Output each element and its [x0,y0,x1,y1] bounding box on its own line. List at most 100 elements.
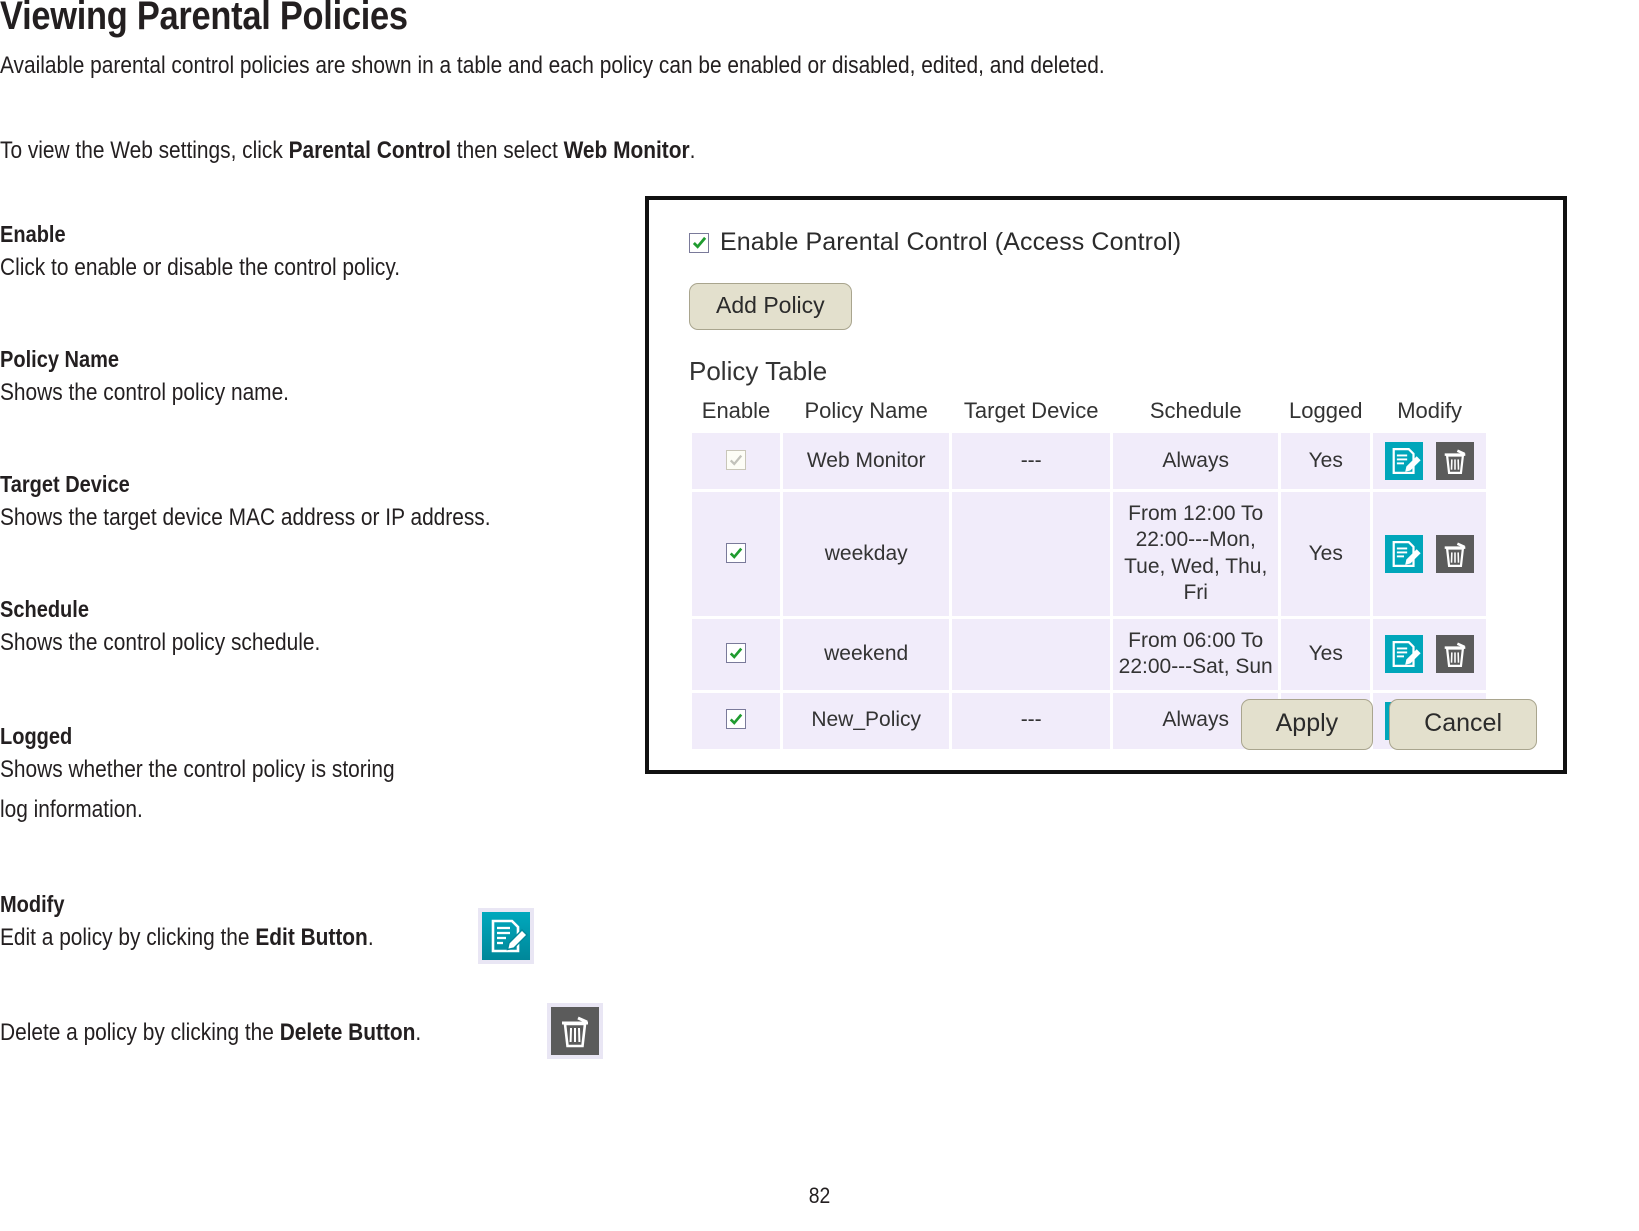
delete-sentence-post: . [415,1019,422,1046]
trash-icon [1436,635,1474,674]
row-enable-checkbox[interactable] [726,643,747,664]
page-title: Viewing Parental Policies [0,0,408,38]
row-policy-name-cell: Web Monitor [783,433,950,489]
row-enable-cell[interactable] [692,492,781,616]
row-target-device-cell: --- [952,692,1111,749]
row-schedule-cell: From 06:00 To 22:00---Sat, Sun [1113,618,1279,690]
row-schedule-cell: Always [1113,433,1279,489]
row-delete-icon[interactable] [1436,442,1474,480]
delete-button-bold: Delete Button [279,1019,416,1046]
definition-term-policy-name: Policy Name [0,346,120,372]
trash-icon [1436,534,1474,573]
intro-2-bold-web-monitor: Web Monitor [563,137,690,164]
router-ui-screenshot: Enable Parental Control (Access Control)… [645,196,1567,774]
delete-sentence-pre: Delete a policy by clicking the [0,1019,280,1046]
column-header-schedule: Schedule [1149,398,1242,423]
definition-term-logged: Logged [0,723,73,749]
intro-2-pre: To view the Web settings, click [0,137,289,164]
row-enable-checkbox[interactable] [726,542,747,563]
column-header-enable: Enable [701,398,771,423]
row-enable-checkbox[interactable] [726,709,747,730]
row-modify-cell [1373,618,1486,690]
row-delete-icon[interactable] [1436,635,1474,674]
definition-logged: Logged Shows whether the control policy … [0,722,640,829]
policy-table: Enable Policy Name Target Device Schedul… [689,393,1489,752]
policy-table-header-row: Enable Policy Name Target Device Schedul… [692,396,1486,430]
row-logged-cell: Yes [1281,492,1371,616]
row-enable-cell[interactable] [692,433,781,489]
definition-term-modify: Modify [0,891,65,917]
page-number: 82 [808,1183,831,1208]
trash-icon [1436,442,1474,480]
row-modify-cell [1373,433,1486,489]
enable-parental-control-label: Enable Parental Control (Access Control) [720,228,1182,256]
delete-button-illustration [547,1003,603,1059]
cancel-button[interactable]: Cancel [1389,699,1537,750]
intro-2-post: . [689,137,696,164]
definition-desc-logged-line-2: log information. [0,795,143,823]
checkmark-icon [729,647,743,659]
row-target-device-cell: --- [952,433,1111,489]
row-enable-cell[interactable] [692,618,781,690]
row-logged-cell: Yes [1281,618,1371,690]
definition-modify: Modify Edit a policy by clicking the Edi… [0,890,640,958]
edit-sentence-pre: Edit a policy by clicking the [0,924,256,952]
row-schedule-cell: From 12:00 To 22:00---Mon, Tue, Wed, Thu… [1113,492,1279,616]
edit-icon [1385,442,1424,480]
add-policy-button[interactable]: Add Policy [689,283,852,330]
definition-delete: Delete a policy by clicking the Delete B… [0,1013,640,1053]
edit-sentence-post: . [367,924,374,952]
table-row: Web Monitor --- Always Yes [692,433,1486,489]
definition-desc-edit: Edit a policy by clicking the Edit Butto… [0,918,557,958]
column-header-target-device: Target Device [963,398,1099,423]
enable-parental-control-checkbox[interactable] [689,232,709,253]
row-policy-name-cell: New_Policy [783,692,950,749]
document-page: Viewing Parental Policies Available pare… [0,0,1639,1231]
row-modify-cell [1373,492,1486,616]
intro-paragraph-2: To view the Web settings, click Parental… [0,137,695,165]
row-delete-icon[interactable] [1436,534,1474,573]
row-target-device-cell [952,492,1111,616]
intro-paragraph-1: Available parental control policies are … [0,52,1105,79]
definition-enable: Enable Click to enable or disable the co… [0,220,640,288]
policy-table-title: Policy Table [689,356,828,386]
edit-button-illustration [478,908,534,964]
row-edit-icon[interactable] [1385,442,1424,480]
checkmark-icon [692,236,706,249]
definition-desc-logged-line-1: Shows whether the control policy is stor… [0,756,395,784]
definition-desc-schedule: Shows the control policy schedule. [0,629,321,657]
enable-parental-control-row[interactable]: Enable Parental Control (Access Control) [689,228,1537,257]
row-logged-cell: Yes [1281,433,1371,489]
definition-term-target-device: Target Device [0,471,130,497]
checkmark-icon [729,547,743,559]
definition-term-schedule: Schedule [0,596,89,622]
checkmark-icon [729,454,743,466]
intro-2-bold-parental-control: Parental Control [288,137,451,164]
table-row: weekend From 06:00 To 22:00---Sat, Sun Y… [692,618,1486,690]
definition-desc-delete: Delete a policy by clicking the Delete B… [0,1013,557,1053]
edit-button-bold: Edit Button [255,924,368,952]
checkmark-icon [729,714,743,726]
row-enable-cell[interactable] [692,692,781,749]
edit-icon [482,912,530,960]
dialog-footer-buttons: Apply Cancel [1240,699,1537,750]
intro-2-mid: then select [450,137,564,164]
apply-button[interactable]: Apply [1240,699,1374,750]
row-edit-icon[interactable] [1385,635,1424,674]
definition-desc-policy-name: Shows the control policy name. [0,379,289,407]
definition-target-device: Target Device Shows the target device MA… [0,470,640,538]
row-edit-icon[interactable] [1385,534,1424,573]
row-target-device-cell [952,618,1111,690]
row-enable-checkbox[interactable] [726,449,747,470]
definition-term-enable: Enable [0,221,66,247]
edit-icon [1385,635,1424,674]
trash-icon [551,1007,599,1055]
definition-schedule: Schedule Shows the control policy schedu… [0,595,640,663]
column-header-logged: Logged [1289,398,1363,423]
table-row: weekday From 12:00 To 22:00---Mon, Tue, … [692,492,1486,616]
column-header-modify: Modify [1397,398,1462,423]
definition-desc-target-device: Shows the target device MAC address or I… [0,504,491,532]
row-policy-name-cell: weekday [783,492,950,616]
row-policy-name-cell: weekend [783,618,950,690]
column-header-policy-name: Policy Name [804,398,928,423]
